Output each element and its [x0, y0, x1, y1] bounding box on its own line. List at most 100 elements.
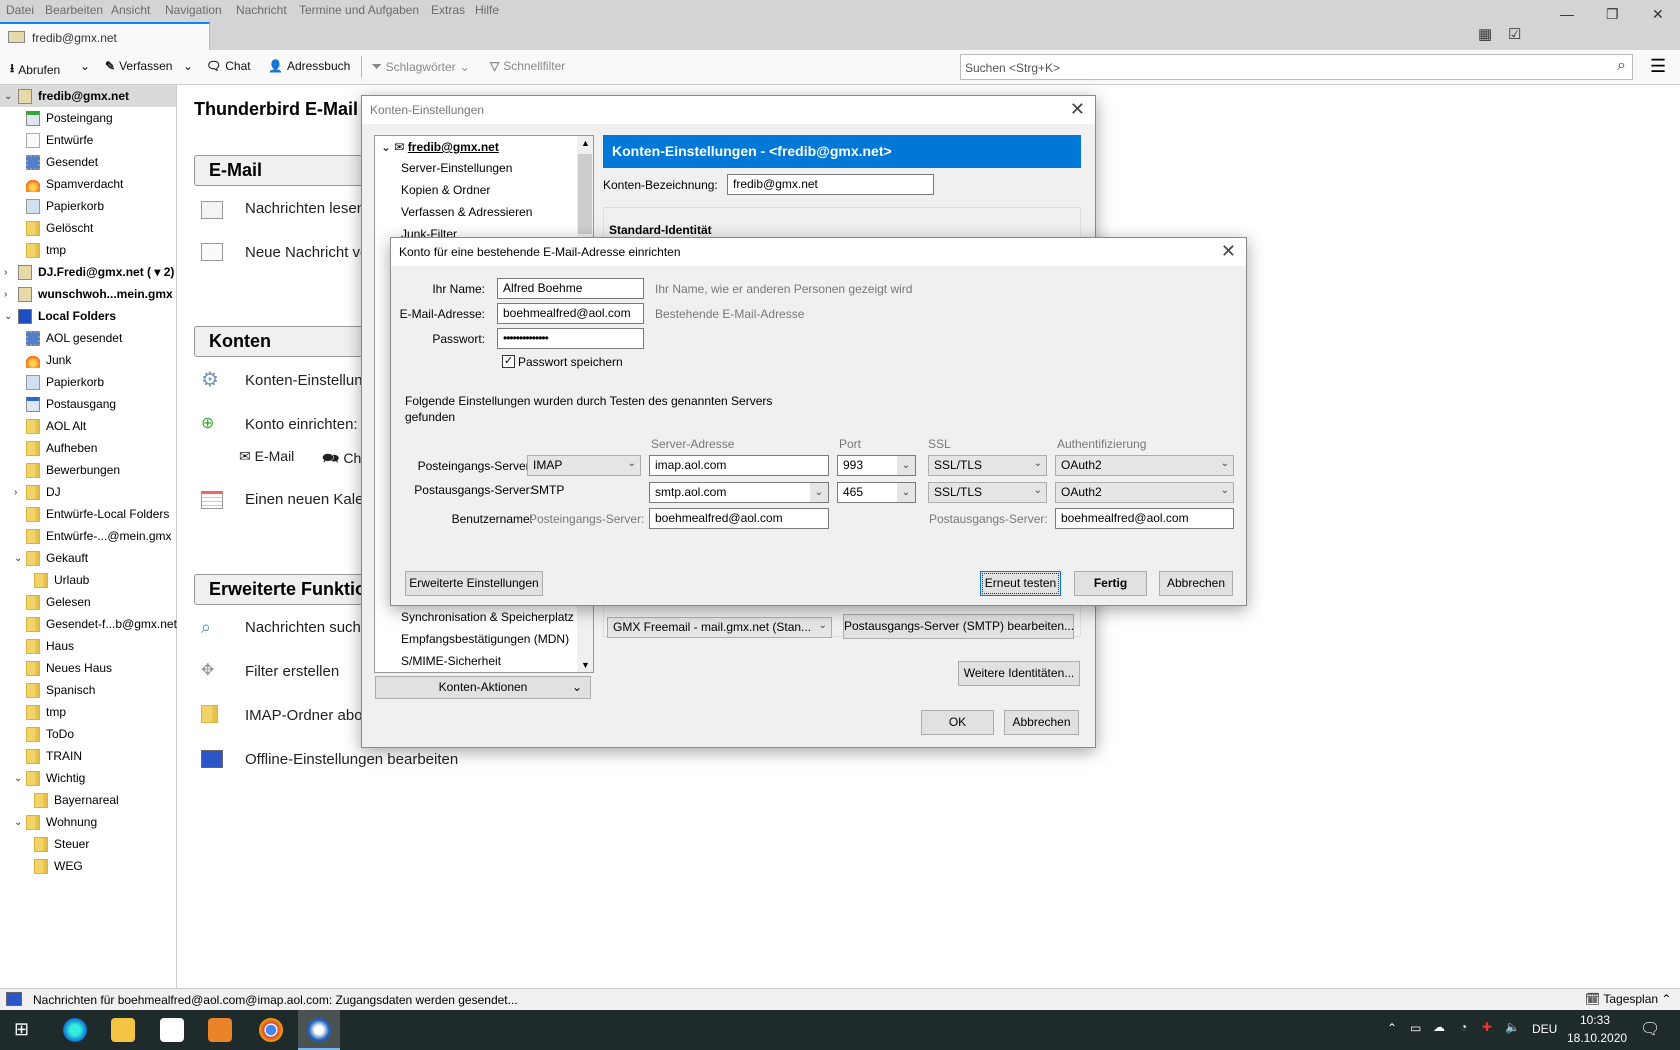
edge-icon[interactable] [63, 1018, 87, 1042]
scroll-down-icon[interactable]: ▼ [581, 660, 590, 670]
restore-button[interactable]: ❐ [1606, 6, 1619, 23]
chat-button[interactable]: 🗨 Chat [206, 59, 251, 73]
folder-item[interactable]: ⌄ Local Folders [0, 305, 176, 327]
smtp-server-select[interactable]: GMX Freemail - mail.gmx.net (Stan... ⌄ [607, 617, 832, 638]
tree-account[interactable]: ⌄ ✉ fredib@gmx.net [381, 140, 499, 154]
folder-item[interactable]: ⌄ fredib@gmx.net [0, 85, 176, 107]
close-button[interactable]: ✕ [1652, 6, 1664, 23]
battery-icon[interactable]: ▭ [1410, 1021, 1421, 1035]
folder-item[interactable]: › DJ.Fredi@gmx.net ( ▾ 2) [0, 261, 176, 283]
folder-item[interactable]: Gelöscht [0, 217, 176, 239]
expand-chevron-icon[interactable]: › [14, 487, 17, 498]
folder-item[interactable]: Entwürfe-...@mein.gmx [0, 525, 176, 547]
expand-chevron-icon[interactable]: › [4, 267, 7, 278]
thunderbird-taskbar-button[interactable] [298, 1010, 340, 1050]
folder-item[interactable]: Spanisch [0, 679, 176, 701]
folder-item[interactable]: Gesendet-f...b@gmx.net [0, 613, 177, 635]
collapse-chevron-icon[interactable]: ⌄ [4, 311, 12, 322]
write-dropdown[interactable]: ⌄ [183, 59, 193, 73]
store-icon[interactable] [160, 1018, 184, 1042]
menu-termine[interactable]: Termine und Aufgaben [299, 3, 419, 17]
folder-item[interactable]: Junk [0, 349, 176, 371]
account-actions-button[interactable]: Konten-Aktionen ⌄ [375, 676, 591, 699]
edit-smtp-button[interactable]: Postausgangs-Server (SMTP) bearbeiten... [843, 614, 1074, 639]
incoming-auth-select[interactable]: OAuth2 ⌄ [1055, 455, 1234, 476]
menu-nachricht[interactable]: Nachricht [236, 3, 287, 17]
folder-item[interactable]: › DJ [0, 481, 176, 503]
username-incoming-input[interactable]: boehmealfred@aol.com [649, 508, 829, 529]
tree-item[interactable]: Empfangsbestätigungen (MDN) [401, 632, 569, 646]
onedrive-icon[interactable]: ☁ [1433, 1020, 1445, 1034]
advanced-settings-button[interactable]: Erweiterte Einstellungen [405, 571, 543, 596]
folder-item[interactable]: AOL gesendet [0, 327, 176, 349]
folder-item[interactable]: Gelesen [0, 591, 176, 613]
name-input[interactable]: Alfred Boehme [497, 278, 644, 299]
incoming-protocol-select[interactable]: IMAP ⌄ [527, 455, 641, 476]
ok-button[interactable]: OK [921, 710, 994, 735]
tray-expand-icon[interactable]: ⌃ [1387, 1021, 1397, 1035]
clock-date[interactable]: 18.10.2020 [1567, 1031, 1627, 1045]
tab-account[interactable]: fredib@gmx.net [0, 22, 210, 51]
folder-item[interactable]: Haus [0, 635, 176, 657]
scroll-up-icon[interactable]: ▲ [581, 138, 590, 148]
addressbook-button[interactable]: 👤 Adressbuch [268, 59, 350, 73]
remember-password-label[interactable]: Passwort speichern [518, 355, 623, 369]
folder-item[interactable]: TRAIN [0, 745, 176, 767]
tree-item[interactable]: Synchronisation & Speicherplatz [401, 610, 574, 624]
search-icon[interactable]: ⌕ [1617, 57, 1626, 75]
tree-item[interactable]: Kopien & Ordner [401, 183, 490, 197]
folder-item[interactable]: Gesendet [0, 151, 176, 173]
menu-bearbeiten[interactable]: Bearbeiten [45, 3, 103, 17]
tree-item[interactable]: S/MIME-Sicherheit [401, 654, 501, 668]
search-messages-link[interactable]: Nachrichten suchen [245, 619, 378, 636]
scrollbar-thumb[interactable] [578, 154, 592, 234]
tags-button[interactable]: ⏷ Schlagwörter ⌄ [372, 59, 470, 74]
get-messages-button[interactable]: ⭳ Abrufen [10, 59, 60, 80]
folder-item[interactable]: tmp [0, 701, 176, 723]
write-button[interactable]: ✎ Verfassen [105, 59, 172, 73]
folder-item[interactable]: Posteingang [0, 107, 176, 129]
volume-icon[interactable]: 🔈 [1505, 1020, 1520, 1034]
expand-chevron-icon[interactable]: › [4, 289, 7, 300]
hamburger-menu-icon[interactable]: ☰ [1650, 56, 1666, 77]
folder-item[interactable]: › wunschwoh...mein.gmx [0, 283, 176, 305]
menu-ansicht[interactable]: Ansicht [111, 3, 150, 17]
menu-datei[interactable]: Datei [6, 3, 34, 17]
menu-navigation[interactable]: Navigation [165, 3, 222, 17]
retest-button[interactable]: Erneut testen [980, 571, 1061, 596]
close-icon[interactable]: ✕ [1221, 241, 1236, 262]
collapse-chevron-icon[interactable]: ⌄ [4, 91, 12, 102]
notification-icon[interactable]: 🗨 [1640, 1019, 1660, 1039]
done-button[interactable]: Fertig [1074, 571, 1147, 596]
menu-extras[interactable]: Extras [431, 3, 465, 17]
minimize-button[interactable]: — [1560, 6, 1574, 22]
incoming-port-combo[interactable]: 993 ⌄ [837, 455, 916, 476]
folder-item[interactable]: Spamverdacht [0, 173, 176, 195]
setup-email-link[interactable]: ✉ E-Mail [239, 448, 294, 465]
folder-item[interactable]: Papierkorb [0, 195, 176, 217]
offline-status-icon[interactable] [6, 992, 22, 1006]
outgoing-ssl-select[interactable]: SSL/TLS ⌄ [928, 482, 1047, 503]
app-tray-icon[interactable]: ✚ [1482, 1020, 1492, 1034]
create-filter-link[interactable]: Filter erstellen [245, 663, 339, 680]
collapse-chevron-icon[interactable]: ⌄ [14, 817, 22, 828]
tasks-icon[interactable]: ☑ [1508, 25, 1521, 43]
folder-item[interactable]: ⌄ Gekauft [0, 547, 176, 569]
calendar-icon[interactable]: ▦ [1478, 25, 1492, 43]
folder-item[interactable]: Entwürfe [0, 129, 176, 151]
folder-item[interactable]: ⌄ Wichtig [0, 767, 176, 789]
more-identities-button[interactable]: Weitere Identitäten... [958, 661, 1080, 686]
outgoing-port-combo[interactable]: 465 ⌄ [837, 482, 916, 503]
folder-item[interactable]: Papierkorb [0, 371, 176, 393]
email-input[interactable]: boehmealfred@aol.com [497, 303, 644, 324]
today-pane-toggle[interactable]: 🗓 Tagesplan ⌃ [1585, 992, 1671, 1006]
media-player-icon[interactable] [208, 1018, 232, 1042]
quickfilter-button[interactable]: ▽ Schnellfilter [490, 59, 565, 73]
remember-password-checkbox[interactable]: ✓ [502, 355, 515, 368]
incoming-server-input[interactable]: imap.aol.com [649, 455, 829, 476]
collapse-chevron-icon[interactable]: ⌄ [14, 773, 22, 784]
folder-item[interactable]: Postausgang [0, 393, 176, 415]
get-messages-dropdown[interactable]: ⌄ [80, 59, 90, 73]
cancel-button[interactable]: Abbrechen [1004, 710, 1079, 735]
chrome-icon[interactable] [259, 1018, 283, 1042]
